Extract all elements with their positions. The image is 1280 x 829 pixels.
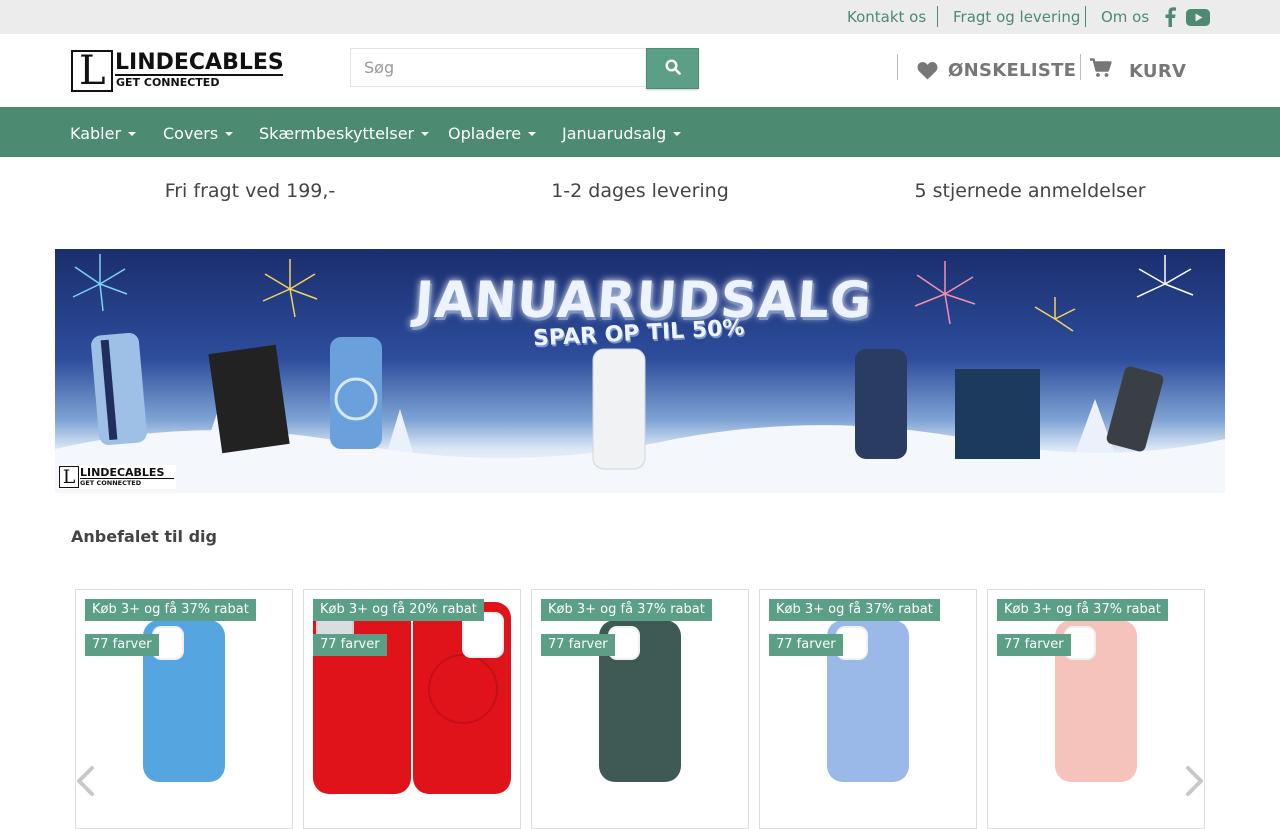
- nav-item-label: Skærmbeskyttelser: [259, 124, 415, 143]
- top-utility-bar: Kontakt os Fragt og levering Om os: [0, 0, 1280, 34]
- link-fragt-og-levering[interactable]: Fragt og levering: [953, 8, 1080, 26]
- wishlist-button[interactable]: ØNSKELISTE: [917, 58, 1076, 82]
- carousel-next-button[interactable]: [1183, 765, 1207, 797]
- colors-badge: 77 farver: [85, 634, 159, 656]
- search-form: [350, 48, 700, 89]
- nav-item-label: Covers: [163, 124, 219, 143]
- search-button[interactable]: [646, 48, 699, 89]
- cart-icon: [1090, 58, 1112, 78]
- discount-badge: Køb 3+ og få 37% rabat: [997, 599, 1168, 621]
- heart-icon: [917, 61, 938, 80]
- facebook-icon[interactable]: [1161, 7, 1179, 27]
- logo-brand-text: LINDECABLES: [115, 50, 284, 75]
- youtube-icon[interactable]: [1186, 7, 1210, 27]
- site-header: L LINDECABLES GET CONNECTED ØNSKELISTE K…: [0, 34, 1280, 107]
- cart-label: KURV: [1129, 60, 1187, 82]
- divider: [1080, 54, 1081, 80]
- usp-delivery-time: 1-2 dages levering: [551, 180, 729, 202]
- banner-logo: L LINDECABLES GET CONNECTED: [58, 465, 176, 489]
- chevron-left-icon: [75, 766, 95, 796]
- discount-badge: Køb 3+ og få 37% rabat: [541, 599, 712, 621]
- nav-item-label: Januarudsalg: [562, 124, 667, 143]
- carousel-prev-button[interactable]: [73, 765, 97, 797]
- section-title-recommended: Anbefalet til dig: [71, 527, 217, 546]
- nav-item-opladere[interactable]: Opladere: [448, 124, 537, 143]
- cart-button[interactable]: KURV: [1090, 58, 1186, 84]
- discount-badge: Køb 3+ og få 37% rabat: [85, 599, 256, 621]
- magsafe-ring: [428, 654, 498, 724]
- site-logo[interactable]: L LINDECABLES GET CONNECTED: [71, 49, 284, 93]
- usp-reviews: 5 stjernede anmeldelser: [914, 180, 1146, 202]
- product-card[interactable]: Køb 3+ og få 37% rabat 77 farver: [531, 589, 749, 829]
- search-icon: [664, 58, 681, 79]
- divider: [1085, 6, 1086, 27]
- logo-tagline: GET CONNECTED: [115, 74, 283, 90]
- search-input[interactable]: [350, 48, 646, 87]
- chevron-down-icon: [128, 132, 137, 136]
- chevron-right-icon: [1185, 766, 1205, 796]
- nav-item-label: Opladere: [448, 124, 522, 143]
- logo-mark: L: [71, 49, 113, 93]
- nav-item-januarudsalg[interactable]: Januarudsalg: [562, 124, 682, 143]
- product-card[interactable]: Køb 3+ og få 37% rabat 77 farver: [759, 589, 977, 829]
- colors-badge: 77 farver: [997, 634, 1071, 656]
- colors-badge: 77 farver: [769, 634, 843, 656]
- chevron-down-icon: [421, 132, 430, 136]
- link-kontakt-os[interactable]: Kontakt os: [847, 8, 926, 26]
- divider: [937, 6, 938, 27]
- usp-free-shipping: Fri fragt ved 199,-: [164, 180, 336, 202]
- colors-badge: 77 farver: [313, 634, 387, 656]
- product-card[interactable]: Køb 3+ og få 20% rabat 77 farver: [303, 589, 521, 829]
- nav-item-label: Kabler: [70, 124, 122, 143]
- product-card[interactable]: Køb 3+ og få 37% rabat 77 farver: [987, 589, 1205, 829]
- banner-logo-tagline: GET CONNECTED: [80, 478, 174, 487]
- discount-badge: Køb 3+ og få 20% rabat: [313, 599, 484, 621]
- chevron-down-icon: [225, 132, 234, 136]
- nav-item-kabler[interactable]: Kabler: [70, 124, 137, 143]
- product-card[interactable]: Køb 3+ og få 37% rabat 77 farver: [75, 589, 293, 829]
- sale-banner[interactable]: JANUARUDSALG SPAR OP TIL 50% L LINDECABL…: [55, 249, 1225, 493]
- nav-item-skaermbeskyttelser[interactable]: Skærmbeskyttelser: [259, 124, 430, 143]
- discount-badge: Køb 3+ og få 37% rabat: [769, 599, 940, 621]
- divider: [897, 54, 898, 80]
- colors-badge: 77 farver: [541, 634, 615, 656]
- chevron-down-icon: [673, 132, 682, 136]
- chevron-down-icon: [528, 132, 537, 136]
- wishlist-label: ØNSKELISTE: [948, 59, 1077, 81]
- main-navigation: Kabler Covers Skærmbeskyttelser Opladere…: [0, 107, 1280, 157]
- link-om-os[interactable]: Om os: [1101, 8, 1149, 26]
- nav-item-covers[interactable]: Covers: [163, 124, 234, 143]
- banner-logo-mark: L: [59, 466, 79, 488]
